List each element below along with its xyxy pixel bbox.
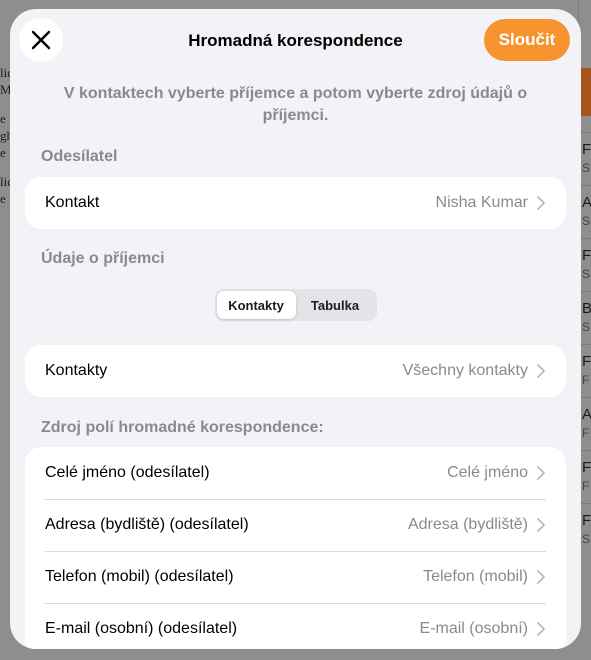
recipient-section-label: Údaje o příjemci	[41, 250, 165, 267]
chevron-right-icon	[537, 518, 545, 532]
chevron-right-icon	[537, 364, 545, 378]
row-value: E-mail (osobní)	[419, 620, 528, 637]
recipient-card: Kontakty Všechny kontakty	[25, 345, 566, 397]
row-value: Celé jméno	[447, 464, 528, 481]
field-row-full-name[interactable]: Celé jméno (odesílatel) Celé jméno	[25, 447, 566, 499]
row-value: Nisha Kumar	[435, 194, 528, 211]
sender-contact-row[interactable]: Kontakt Nisha Kumar	[25, 177, 566, 229]
row-label: Celé jméno (odesílatel)	[45, 464, 210, 481]
row-value: Adresa (bydliště)	[407, 516, 528, 533]
mail-merge-sheet: Hromadná korespondence Sloučit V kontakt…	[10, 9, 581, 649]
sender-card: Kontakt Nisha Kumar	[25, 177, 566, 229]
fields-section-label: Zdroj polí hromadné korespondence:	[41, 419, 324, 436]
intro-text: V kontaktech vyberte příjemce a potom vy…	[63, 85, 528, 124]
chevron-right-icon	[537, 570, 545, 584]
sheet-header: Hromadná korespondence Sloučit	[10, 9, 581, 73]
segment-contacts[interactable]: Kontakty	[216, 291, 296, 319]
row-label: Telefon (mobil) (odesílatel)	[45, 568, 234, 585]
recipient-contacts-row[interactable]: Kontakty Všechny kontakty	[25, 345, 566, 397]
chevron-right-icon	[537, 196, 545, 210]
row-label: Kontakt	[45, 194, 100, 211]
field-row-email[interactable]: E-mail (osobní) (odesílatel) E-mail (oso…	[25, 603, 566, 649]
chevron-right-icon	[537, 622, 545, 636]
segment-spreadsheet[interactable]: Tabulka	[296, 291, 375, 319]
row-value: Telefon (mobil)	[423, 568, 528, 585]
row-label: Kontakty	[45, 362, 108, 379]
merge-button[interactable]: Sloučit	[484, 19, 570, 61]
row-label: E-mail (osobní) (odesílatel)	[45, 620, 238, 637]
recipient-source-segmented-control: Kontakty Tabulka	[214, 289, 377, 321]
field-row-phone[interactable]: Telefon (mobil) (odesílatel) Telefon (mo…	[25, 551, 566, 603]
row-label: Adresa (bydliště) (odesílatel)	[45, 516, 249, 533]
field-row-address[interactable]: Adresa (bydliště) (odesílatel) Adresa (b…	[25, 499, 566, 551]
chevron-right-icon	[537, 466, 545, 480]
sender-section-label: Odesílatel	[41, 148, 118, 165]
fields-card: Celé jméno (odesílatel) Celé jméno Adres…	[25, 447, 566, 649]
row-value: Všechny kontakty	[402, 362, 528, 379]
